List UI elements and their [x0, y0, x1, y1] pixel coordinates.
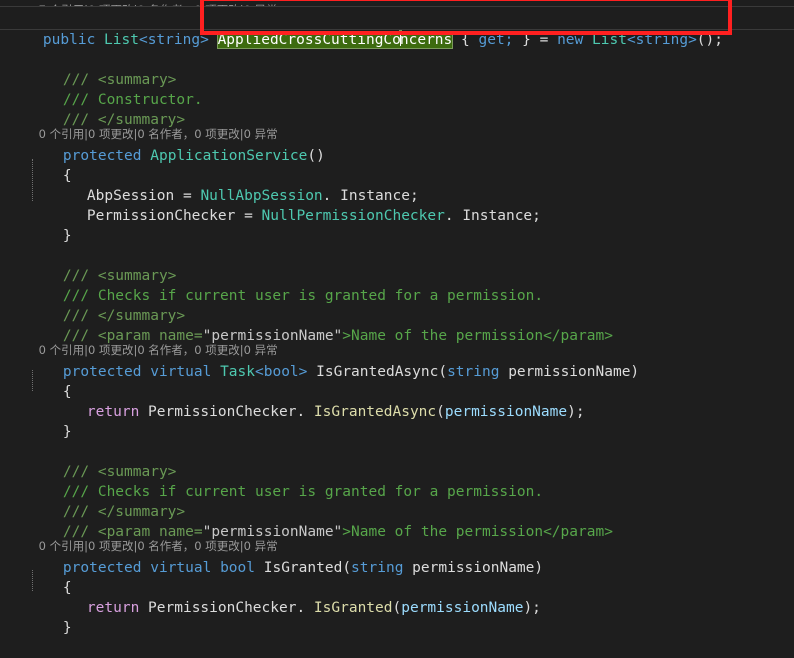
structure-guide-isgrantedasync: [32, 370, 33, 391]
code-line-isgranted-return[interactable]: return PermissionChecker. IsGranted(perm…: [0, 578, 794, 616]
code-line-property[interactable]: public List<string> AppliedCrossCuttingC…: [0, 6, 794, 49]
doc-summary-close-isgrantedasync: /// </summary>: [0, 286, 794, 324]
code-line-abpsession[interactable]: AbpSession = NullAbpSession. Instance;: [0, 166, 794, 204]
code-line-isgranted-brace-open: {: [0, 558, 794, 596]
codelens-isgrantedasync[interactable]: 0 个引用|0 项更改|0 名作者，0 项更改|0 异常: [0, 326, 794, 357]
code-line-isgranted-brace-close: }: [0, 598, 794, 636]
doc-summary-close-isgranted: /// </summary>: [0, 482, 794, 520]
doc-param-isgrantedasync: /// <param name="permissionName">Name of…: [0, 306, 794, 344]
code-line-isgrantedasync-brace-close: }: [0, 402, 794, 440]
structure-guide-isgranted: [32, 570, 33, 591]
code-line-isgrantedasync-brace-open: {: [0, 362, 794, 400]
code-editor[interactable]: 7 个引用|0 项更改|0 名作者，0 项更改|0 异常 public List…: [0, 0, 794, 636]
doc-text-ctor: /// Constructor.: [0, 70, 794, 108]
code-line-isgrantedasync-signature[interactable]: protected virtual Task<bool> IsGrantedAs…: [0, 342, 794, 380]
code-line-isgranted-signature[interactable]: protected virtual bool IsGranted(string …: [0, 538, 794, 576]
codelens-ctor[interactable]: 0 个引用|0 项更改|0 名作者，0 项更改|0 异常: [0, 110, 794, 141]
doc-param-isgranted: /// <param name="permissionName">Name of…: [0, 502, 794, 540]
code-line-isgrantedasync-return[interactable]: return PermissionChecker. IsGrantedAsync…: [0, 382, 794, 420]
code-line-ctor-brace-close: }: [0, 206, 794, 244]
doc-summary-open-ctor: /// <summary>: [0, 50, 794, 88]
code-line-ctor-brace-open: {: [0, 146, 794, 184]
doc-text-isgrantedasync: /// Checks if current user is granted fo…: [0, 266, 794, 304]
codelens-isgranted[interactable]: 0 个引用|0 项更改|0 名作者，0 项更改|0 异常: [0, 522, 794, 553]
doc-summary-open-isgrantedasync: /// <summary>: [0, 246, 794, 284]
code-line-ctor-signature[interactable]: protected ApplicationService(): [0, 126, 794, 164]
structure-guide-ctor: [32, 159, 33, 201]
code-line-permissionchecker[interactable]: PermissionChecker = NullPermissionChecke…: [0, 186, 794, 224]
doc-summary-open-isgranted: /// <summary>: [0, 442, 794, 480]
doc-summary-close-ctor: /// </summary>: [0, 90, 794, 128]
doc-text-isgranted: /// Checks if current user is granted fo…: [0, 462, 794, 500]
brace: }: [62, 620, 72, 636]
